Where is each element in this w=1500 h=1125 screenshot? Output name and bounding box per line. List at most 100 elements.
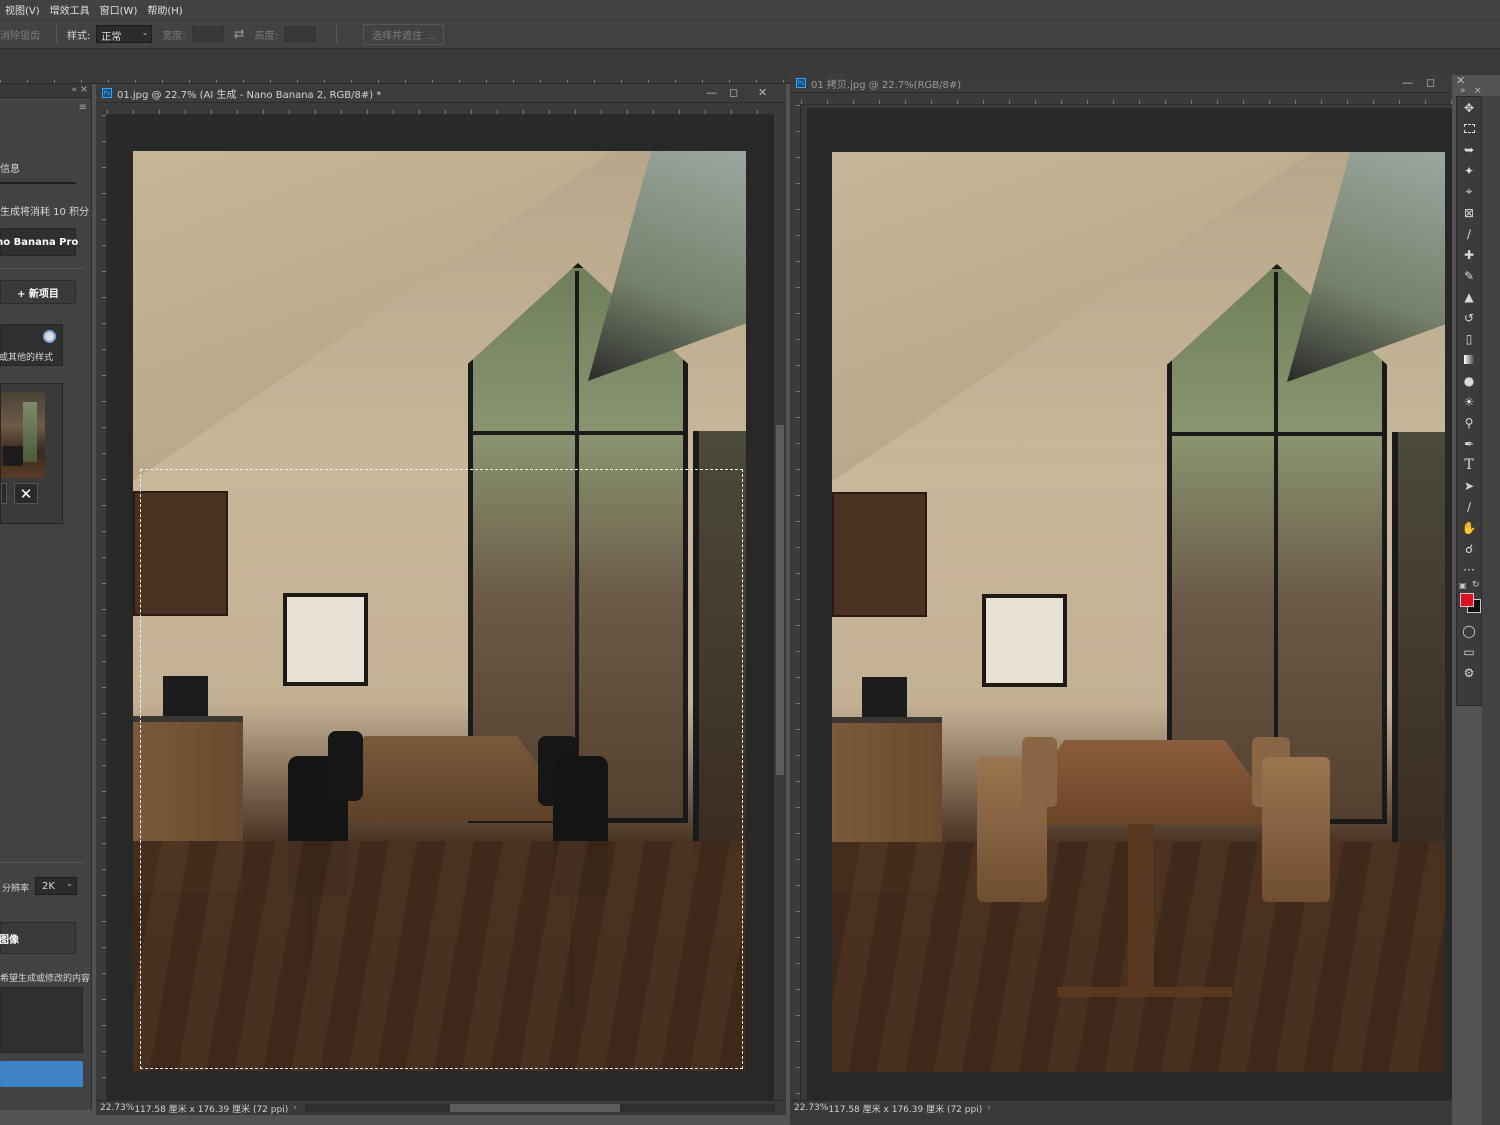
type-icon[interactable]: T bbox=[1457, 454, 1481, 475]
burn-icon[interactable]: ⚲ bbox=[1457, 412, 1481, 433]
canvas-left[interactable] bbox=[107, 115, 774, 1100]
dodge-icon[interactable]: ☀ bbox=[1457, 391, 1481, 412]
lasso-icon[interactable]: ➥ bbox=[1457, 139, 1481, 160]
zoom-icon[interactable]: ☌ bbox=[1457, 538, 1481, 559]
menu-view[interactable]: 视图(V) bbox=[0, 2, 45, 17]
hand-icon[interactable]: ✋ bbox=[1457, 517, 1481, 538]
vertical-ruler bbox=[790, 105, 801, 1105]
frame-icon[interactable]: ⊠ bbox=[1457, 202, 1481, 223]
crop-icon[interactable]: ⌖ bbox=[1457, 181, 1481, 202]
scroll-thumb[interactable] bbox=[776, 425, 784, 775]
maximize-icon[interactable]: ◻ bbox=[1426, 76, 1435, 89]
screen-mode-icon[interactable]: ▭ bbox=[1457, 641, 1481, 662]
more-icon[interactable]: ··· bbox=[1457, 559, 1481, 580]
healing-icon[interactable]: ✚ bbox=[1457, 244, 1481, 265]
vertical-scrollbar[interactable] bbox=[775, 115, 786, 1100]
divider bbox=[0, 862, 84, 863]
antialias-label[interactable]: 消除锯齿 bbox=[0, 27, 40, 42]
reference-image-card: ✕ bbox=[0, 383, 63, 524]
maximize-icon[interactable]: ◻ bbox=[729, 86, 738, 99]
generate-button[interactable] bbox=[0, 1061, 83, 1087]
thumbnail-window bbox=[23, 402, 37, 462]
collapse-icon[interactable]: « bbox=[71, 85, 77, 95]
line-icon[interactable]: ∕ bbox=[1457, 496, 1481, 517]
marquee-selection[interactable] bbox=[140, 469, 743, 1069]
color-swatches: ▣ ↻ bbox=[1457, 580, 1481, 620]
width-label: 宽度: bbox=[162, 30, 186, 42]
menu-plugins[interactable]: 增效工具 bbox=[45, 2, 95, 17]
document-dimensions: 117.58 厘米 x 176.39 厘米 (72 ppi) bbox=[134, 1104, 289, 1115]
edit-toolbar-icon[interactable]: ⚙ bbox=[1457, 662, 1481, 683]
chair-rattan bbox=[1022, 737, 1057, 807]
document-window-right: Ps 01 拷贝.jpg @ 22.7%(RGB/8#) — ◻ 22.73% … bbox=[790, 74, 1452, 1125]
width-input[interactable] bbox=[191, 26, 224, 42]
tools-panel: ✥ ➥ ✦ ⌖ ⊠ ∕ ✚ ✎ ▲ ↺ ▯ ● ☀ ⚲ ✒ T ➤ ∕ ✋ ☌ … bbox=[1456, 96, 1482, 706]
skylight bbox=[1287, 152, 1445, 382]
window-transom bbox=[473, 431, 688, 435]
scroll-thumb[interactable] bbox=[449, 1104, 620, 1112]
ai-generation-panel: « × ≡ 信息 生成将消耗 10 积分 Nano Banana Pro + 新… bbox=[0, 84, 92, 1110]
style-card[interactable]: 或其他的样式 bbox=[0, 324, 63, 366]
history-brush-icon[interactable]: ↺ bbox=[1457, 307, 1481, 328]
quick-mask-icon[interactable]: ◯ bbox=[1457, 620, 1481, 641]
thumbnail-left-button[interactable] bbox=[1, 483, 7, 504]
swap-colors-icon[interactable]: ↻ bbox=[1472, 580, 1480, 590]
chevron-right-icon[interactable]: › bbox=[293, 1103, 297, 1113]
brush-icon[interactable]: ✎ bbox=[1457, 265, 1481, 286]
path-select-icon[interactable]: ➤ bbox=[1457, 475, 1481, 496]
minimize-icon[interactable]: — bbox=[706, 86, 717, 99]
eyedropper-icon[interactable]: ∕ bbox=[1457, 223, 1481, 244]
reference-thumbnail[interactable] bbox=[1, 392, 45, 478]
table-base bbox=[1057, 987, 1232, 997]
table-pedestal bbox=[1128, 824, 1154, 994]
expand-panels-icon[interactable]: » bbox=[1460, 86, 1466, 96]
magic-wand-icon[interactable]: ✦ bbox=[1457, 160, 1481, 181]
generate-image-button[interactable]: 图像 bbox=[0, 922, 76, 954]
style-select[interactable]: 正常 ⌄ bbox=[96, 25, 153, 43]
blur-icon[interactable]: ● bbox=[1457, 370, 1481, 391]
menu-window[interactable]: 窗口(W) bbox=[95, 2, 143, 17]
ps-file-icon: Ps bbox=[796, 78, 806, 88]
document-title: 01.jpg @ 22.7% (AI 生成 - Nano Banana 2, R… bbox=[117, 89, 382, 101]
coffee-machine bbox=[862, 677, 907, 717]
document-tab-right[interactable]: Ps 01 拷贝.jpg @ 22.7%(RGB/8#) bbox=[790, 74, 1452, 93]
divider bbox=[0, 268, 84, 269]
zoom-level[interactable]: 22.73% bbox=[794, 1103, 828, 1113]
prompt-textarea[interactable] bbox=[0, 987, 83, 1053]
document-tab-left[interactable]: Ps 01.jpg @ 22.7% (AI 生成 - Nano Banana 2… bbox=[96, 84, 786, 103]
panel-header: « × bbox=[0, 84, 91, 98]
menu-help[interactable]: 帮助(H) bbox=[142, 2, 187, 17]
new-project-button[interactable]: + 新项目 bbox=[0, 280, 76, 304]
canvas-right[interactable] bbox=[807, 108, 1452, 1103]
horizontal-scrollbar[interactable] bbox=[304, 1104, 775, 1112]
menu-bar: 视图(V) 增效工具 窗口(W) 帮助(H) bbox=[0, 0, 1500, 19]
chevron-right-icon[interactable]: › bbox=[987, 1103, 991, 1113]
marquee-icon[interactable] bbox=[1457, 118, 1481, 139]
select-and-mask-button[interactable]: 选择并遮住 ... bbox=[363, 23, 444, 45]
zoom-level[interactable]: 22.73% bbox=[100, 1103, 134, 1113]
ps-file-icon: Ps bbox=[102, 88, 112, 98]
user-icon bbox=[43, 330, 56, 343]
swap-icon[interactable]: ⇄ bbox=[234, 27, 245, 42]
panel-menu-icon[interactable]: ≡ bbox=[79, 102, 87, 113]
gradient-icon[interactable] bbox=[1457, 349, 1481, 370]
remove-image-icon[interactable]: ✕ bbox=[14, 483, 38, 504]
model-select[interactable]: Nano Banana Pro bbox=[0, 228, 78, 256]
divider bbox=[0, 182, 76, 184]
default-colors-icon[interactable]: ▣ bbox=[1459, 581, 1467, 590]
close-icon[interactable]: × bbox=[1474, 86, 1482, 96]
eraser-icon[interactable]: ▯ bbox=[1457, 328, 1481, 349]
panel-dock-strip bbox=[0, 49, 1500, 75]
close-icon[interactable]: × bbox=[80, 84, 88, 95]
move-icon[interactable]: ✥ bbox=[1457, 97, 1481, 118]
height-input[interactable] bbox=[284, 26, 317, 42]
divider bbox=[56, 25, 57, 43]
pen-icon[interactable]: ✒ bbox=[1457, 433, 1481, 454]
chevron-down-icon: ⌄ bbox=[141, 28, 149, 37]
info-label: 信息 bbox=[0, 164, 20, 175]
minimize-icon[interactable]: — bbox=[1402, 76, 1413, 89]
foreground-color-swatch[interactable] bbox=[1460, 593, 1474, 607]
close-icon[interactable]: ✕ bbox=[758, 86, 767, 99]
resolution-select[interactable]: 2K ⌄ bbox=[35, 877, 77, 895]
stamp-icon[interactable]: ▲ bbox=[1457, 286, 1481, 307]
